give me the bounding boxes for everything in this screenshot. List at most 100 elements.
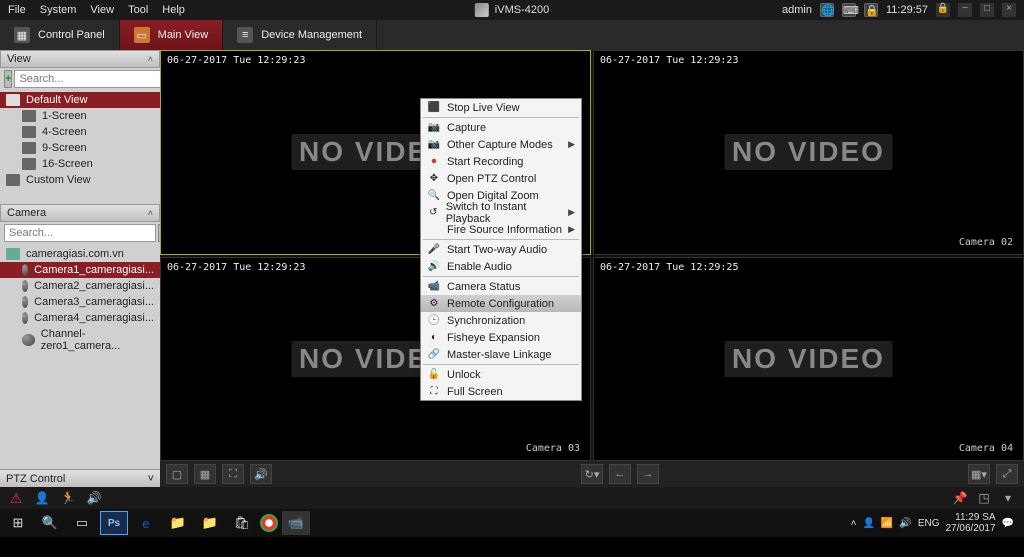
- timestamp-label: 06-27-2017 Tue 12:29:23: [600, 55, 738, 66]
- context-item-label: Open PTZ Control: [447, 173, 536, 185]
- fullscreen-button[interactable]: ⛶: [222, 464, 244, 484]
- tab-control-panel[interactable]: ▦Control Panel: [0, 20, 120, 50]
- minimize-button[interactable]: −: [958, 3, 972, 17]
- menu-file[interactable]: File: [8, 4, 26, 16]
- refresh-button[interactable]: ↻▾: [581, 464, 603, 484]
- camera-item[interactable]: Channel-zero1_camera...: [0, 326, 160, 354]
- tray-volume-icon[interactable]: 🔊: [899, 518, 911, 529]
- alert-icon[interactable]: ⚠: [8, 490, 24, 506]
- context-item[interactable]: 🔓 Unlock: [421, 366, 581, 383]
- camera-item-label: Camera4_cameragiasi...: [34, 312, 154, 324]
- video-cell[interactable]: 06-27-2017 Tue 12:29:23NO VIDEOCamera 02: [593, 50, 1024, 255]
- camera-item[interactable]: Camera4_cameragiasi...: [0, 310, 160, 326]
- camera-item[interactable]: Camera3_cameragiasi...: [0, 294, 160, 310]
- store-icon[interactable]: 🛍: [228, 511, 256, 535]
- photoshop-icon[interactable]: Ps: [100, 511, 128, 535]
- layout-4-button[interactable]: ▦: [194, 464, 216, 484]
- menu-tool[interactable]: Tool: [128, 4, 148, 16]
- tray-lang[interactable]: ENG: [918, 518, 940, 529]
- video-cell[interactable]: 06-27-2017 Tue 12:29:25NO VIDEOCamera 04: [593, 257, 1024, 462]
- context-item[interactable]: ⏺Start Recording: [421, 153, 581, 170]
- context-item[interactable]: 🔗Master-slave Linkage: [421, 346, 581, 363]
- expand-button[interactable]: ⤢: [996, 464, 1018, 484]
- volume-button[interactable]: 🔊: [250, 464, 272, 484]
- menu-system[interactable]: System: [40, 4, 77, 16]
- context-item-icon: 📷: [427, 138, 441, 152]
- context-item[interactable]: 🎤Start Two-way Audio: [421, 241, 581, 258]
- context-item-icon: 🔓: [427, 368, 441, 382]
- context-item-label: Synchronization: [447, 315, 525, 327]
- context-item-label: Fire Source Information: [447, 224, 562, 236]
- search-taskbar-icon[interactable]: 🔍: [36, 511, 64, 535]
- screen-icon: [22, 158, 36, 170]
- globe-icon[interactable]: 🌐: [820, 3, 834, 17]
- view-panel-header[interactable]: View˄: [0, 50, 160, 68]
- screen-icon: [22, 126, 36, 138]
- tray-clock[interactable]: 11:29 SA 27/06/2017: [945, 512, 995, 534]
- tray-wifi-icon[interactable]: 📶: [881, 518, 893, 529]
- keyboard-icon[interactable]: ⌨: [842, 3, 856, 17]
- chrome-icon[interactable]: [260, 514, 278, 532]
- menubar: File System View Tool Help iVMS-4200 adm…: [0, 0, 1024, 20]
- prev-page-button[interactable]: ←: [609, 464, 631, 484]
- context-item[interactable]: ⚙Remote Configuration: [421, 295, 581, 312]
- view-item[interactable]: 4-Screen: [0, 124, 160, 140]
- camera-panel-header[interactable]: Camera˄: [0, 204, 160, 222]
- tray-chevron-icon[interactable]: ˄: [851, 518, 857, 529]
- context-item[interactable]: 📷Capture: [421, 119, 581, 136]
- audio-icon[interactable]: 🔊: [86, 490, 102, 506]
- explorer2-icon[interactable]: 📁: [196, 511, 224, 535]
- lock-icon[interactable]: 🔒: [864, 3, 878, 17]
- start-button[interactable]: ⊞: [4, 511, 32, 535]
- layout-1-button[interactable]: ▢: [166, 464, 188, 484]
- context-item-icon: 🎤: [427, 243, 441, 257]
- view-item[interactable]: Custom View: [0, 172, 160, 188]
- popup-icon[interactable]: ◳: [976, 490, 992, 506]
- context-menu: ⬛Stop Live View 📷Capture📷Other Capture Mo…: [420, 98, 582, 401]
- camera-label: Camera 04: [959, 443, 1013, 454]
- tab-main-view[interactable]: ▭Main View: [120, 20, 224, 50]
- close-button[interactable]: ×: [1002, 3, 1016, 17]
- motion-icon[interactable]: 🏃: [60, 490, 76, 506]
- camera-search-input[interactable]: [4, 224, 156, 242]
- context-item[interactable]: ⛶Full Screen: [421, 383, 581, 400]
- camera-item[interactable]: cameragiasi.com.vn: [0, 246, 160, 262]
- windows-taskbar: ⊞ 🔍 ▭ Ps e 📁 📁 🛍 📹 ˄ 👤 📶 🔊 ENG 11:29 SA …: [0, 509, 1024, 537]
- explorer-icon[interactable]: 📁: [164, 511, 192, 535]
- menu-help[interactable]: Help: [162, 4, 185, 16]
- context-item[interactable]: ↺Switch to Instant Playback▶: [421, 204, 581, 221]
- view-item[interactable]: 1-Screen: [0, 108, 160, 124]
- task-view-icon[interactable]: ▭: [68, 511, 96, 535]
- view-item[interactable]: Default View: [0, 92, 160, 108]
- camera-item[interactable]: Camera1_cameragiasi...: [0, 262, 160, 278]
- view-item[interactable]: 9-Screen: [0, 140, 160, 156]
- context-item[interactable]: 🔊Enable Audio: [421, 258, 581, 275]
- ptz-panel-header[interactable]: PTZ Control˅: [0, 469, 160, 487]
- context-item[interactable]: 📷Other Capture Modes▶: [421, 136, 581, 153]
- camera-item[interactable]: Camera2_cameragiasi...: [0, 278, 160, 294]
- context-item-label: Unlock: [447, 369, 481, 381]
- view-search-input[interactable]: [14, 70, 166, 88]
- ivms-taskbar-icon[interactable]: 📹: [282, 511, 310, 535]
- context-item-label: Remote Configuration: [447, 298, 554, 310]
- context-item[interactable]: ⬛Stop Live View: [421, 99, 581, 116]
- maximize-button[interactable]: □: [980, 3, 994, 17]
- context-item[interactable]: ✥Open PTZ Control: [421, 170, 581, 187]
- view-item[interactable]: 16-Screen: [0, 156, 160, 172]
- menu-view[interactable]: View: [90, 4, 114, 16]
- context-item[interactable]: 🕒Synchronization: [421, 312, 581, 329]
- layout-more-button[interactable]: ▦▾: [968, 464, 990, 484]
- context-separator: [423, 276, 579, 277]
- add-view-button[interactable]: +: [4, 70, 12, 88]
- edge-icon[interactable]: e: [132, 511, 160, 535]
- collapse-icon[interactable]: ▾: [1000, 490, 1016, 506]
- user-icon[interactable]: 👤: [34, 490, 50, 506]
- context-item[interactable]: ◐Fisheye Expansion: [421, 329, 581, 346]
- tab-device-management[interactable]: ≡Device Management: [223, 20, 377, 50]
- next-page-button[interactable]: →: [637, 464, 659, 484]
- context-item[interactable]: 📹Camera Status: [421, 278, 581, 295]
- lock-button[interactable]: 🔒: [936, 3, 950, 17]
- notifications-icon[interactable]: 💬: [1002, 518, 1014, 529]
- tray-people-icon[interactable]: 👤: [862, 518, 874, 529]
- pin-icon[interactable]: 📌: [952, 490, 968, 506]
